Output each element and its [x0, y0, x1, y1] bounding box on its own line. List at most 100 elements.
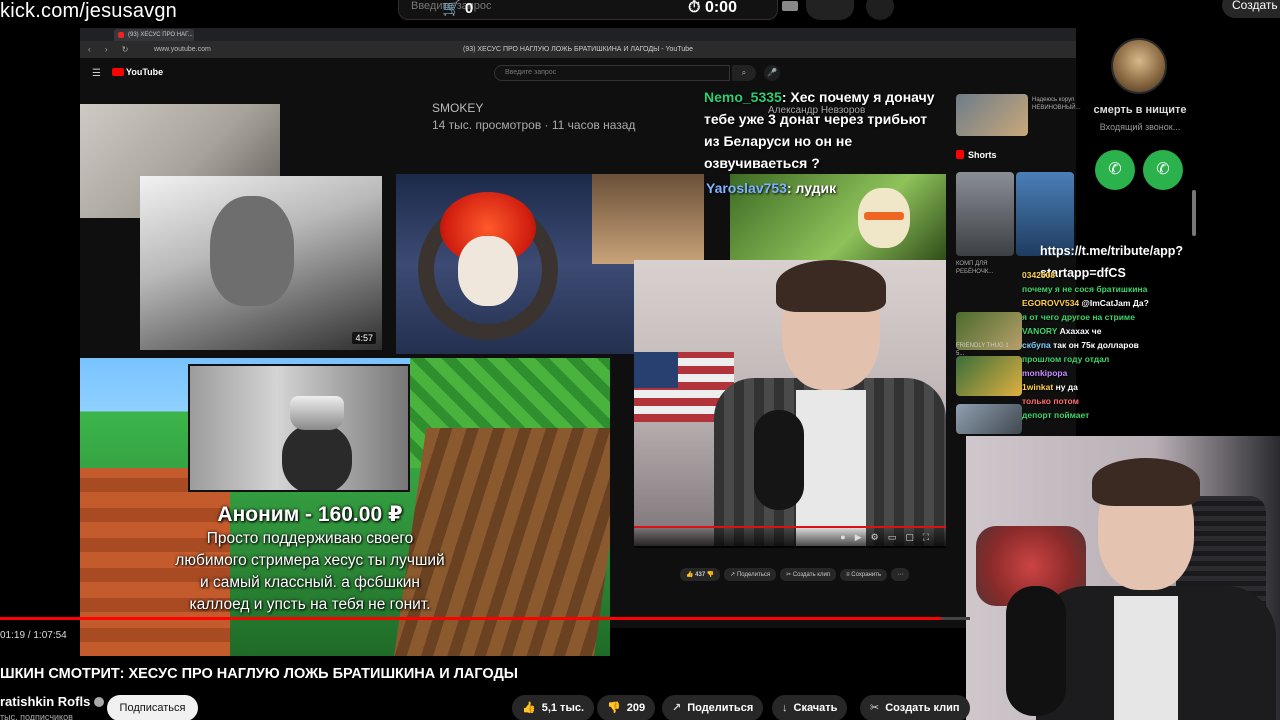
chat-line: VANORY Ахахах че	[1022, 324, 1197, 338]
embedded-video-player[interactable]	[634, 260, 946, 546]
chat-username: EGOROVV534	[1022, 298, 1080, 308]
dislike-button[interactable]: 👎 209	[597, 695, 656, 720]
chat-message-2: Yaroslav753: лудик	[706, 180, 836, 196]
menu-icon[interactable]: ☰	[92, 68, 101, 79]
pot-kid-body	[282, 424, 352, 490]
sidebar-thumb[interactable]	[956, 356, 1022, 396]
donation-line: любимого стримера хесус ты лучший	[175, 552, 445, 569]
chat-text: 0342508	[1022, 270, 1056, 280]
thumb-beard-man[interactable]: 4:57	[140, 176, 382, 350]
chat-text: почему я не сося братишкина	[1022, 284, 1148, 294]
yt-mic-icon[interactable]: 🎤	[764, 65, 780, 81]
channel-name-row[interactable]: ratishkin Rofls	[0, 694, 105, 709]
streamer-webcam	[966, 436, 1280, 720]
thumbs-down-icon: 👎	[607, 702, 621, 714]
create-button[interactable]: Создать	[1222, 0, 1280, 18]
mini-like-button[interactable]: 👍 437 👎	[680, 568, 721, 581]
caller-name: смерть в нищите	[1093, 104, 1187, 116]
mini-save-button[interactable]: ≡ Сохранить	[840, 569, 888, 581]
thumb-young-man	[592, 174, 704, 264]
webcam-tee	[1114, 596, 1178, 720]
chat-username: скбупа	[1022, 340, 1051, 350]
chat-text: прошлом году отдал	[1022, 354, 1110, 364]
like-count: 5,1 тыс.	[541, 702, 585, 714]
outer-search-button[interactable]	[806, 0, 854, 20]
player-controls-icons[interactable]: ●▶⚙▭▢⛶	[840, 532, 938, 543]
outer-mic-icon[interactable]	[866, 0, 894, 20]
chat-line: только потом	[1022, 394, 1197, 408]
mini-more-button[interactable]: ⋯	[891, 568, 910, 581]
chat-text: я от чего другое на стриме	[1022, 312, 1135, 322]
streamer-hair	[776, 260, 886, 312]
youtube-logo[interactable]: YouTube	[112, 67, 163, 77]
mini-share-button[interactable]: ↗ Поделиться	[724, 568, 777, 581]
embedded-actions: 👍 437 👎 ↗ Поделиться ✂ Создать клип ≡ Сохра…	[680, 568, 913, 581]
shorts-label: Shorts	[968, 150, 997, 160]
thumb-duration: 4:57	[352, 332, 376, 344]
red-glasses	[864, 212, 904, 220]
chat-line: 0342508	[1022, 268, 1197, 282]
clip-label: Создать клип	[885, 702, 960, 714]
keyboard-icon[interactable]	[782, 1, 798, 11]
donation-header: Аноним - 160.00 ₽	[217, 503, 403, 526]
yt-search-input[interactable]: Введите запрос	[494, 65, 730, 81]
shorts-icon	[956, 150, 964, 159]
tab-title: (93) ХЕСУС ПРО НАГ...	[128, 32, 193, 38]
related-video-meta[interactable]: SMOKEY 14 тыс. просмотров · 11 часов наз…	[432, 100, 635, 134]
share-icon: ↗	[672, 702, 682, 714]
like-button[interactable]: 👍 5,1 тыс.	[512, 695, 595, 720]
yt-search-placeholder: Введите запрос	[505, 69, 557, 76]
call-status: Входящий звонок...	[1099, 122, 1181, 132]
window-title: (93) ХЕСУС ПРО НАГЛУЮ ЛОЖЬ БРАТИШКИНА И …	[462, 46, 693, 53]
clip-button[interactable]: ✂ Создать клип	[860, 695, 970, 720]
scissors-icon: ✂	[870, 702, 880, 714]
short-thumb[interactable]	[956, 172, 1014, 256]
caller-avatar	[1111, 38, 1167, 94]
download-icon: ↓	[782, 702, 788, 714]
browser-tabbar: (93) ХЕСУС ПРО НАГ...	[80, 28, 1076, 41]
accept-video-call-button[interactable]: ✆	[1143, 150, 1183, 190]
yt-search-icon[interactable]: ⌕	[732, 65, 756, 81]
chat-line: депорт поймает	[1022, 408, 1197, 422]
video-timecode: 01:19 / 1:07:54	[0, 630, 67, 641]
chat-line: monkipopa	[1022, 366, 1197, 380]
mini-clip-button[interactable]: ✂ Создать клип	[780, 568, 837, 581]
chat-subtext: Александр Невзоров	[768, 105, 866, 116]
verified-icon	[94, 697, 105, 707]
sidebar-thumb[interactable]	[956, 404, 1022, 434]
video-progress-fill	[0, 617, 941, 620]
chat-username: Yaroslav753	[706, 180, 787, 196]
chat-line: 1winkat ну да	[1022, 380, 1197, 394]
embedded-video-controls[interactable]: ●▶⚙▭▢⛶	[634, 526, 946, 548]
clown-face	[458, 236, 518, 306]
chat-line: EGOROVV534 @ImCatJam Да?	[1022, 296, 1197, 310]
subscribe-button[interactable]: Подписаться	[107, 695, 198, 720]
shorts-header: Shorts	[956, 150, 997, 160]
donation-line: и самый классный. а фсбшкин	[200, 574, 420, 591]
embedded-progress[interactable]	[634, 526, 946, 528]
cart-widget: 🛒 0	[442, 0, 473, 17]
chat-username: monkipopa	[1022, 368, 1068, 378]
chat-username: 1winkat	[1022, 382, 1054, 392]
telegram-link-line: https://t.me/tribute/app?	[1040, 244, 1184, 258]
sidebar-item-text[interactable]: Надеюсь коруп НЕВИНОВНЫЙ...	[1032, 96, 1088, 112]
sidebar-thumb[interactable]	[956, 94, 1028, 136]
short-title[interactable]: КОМП ДЛЯ РЕБЁНОЧК...	[956, 260, 1012, 276]
thumb-pot-kid	[188, 364, 410, 492]
stopwatch-icon: ⏱	[688, 0, 701, 16]
download-button[interactable]: ↓ Скачать	[772, 695, 848, 720]
browser-tab[interactable]: (93) ХЕСУС ПРО НАГ...	[114, 29, 194, 41]
address-bar[interactable]: ‹ › ↻ www.youtube.com (93) ХЕСУС ПРО НАГ…	[80, 41, 1076, 58]
youtube-play-icon	[112, 68, 124, 76]
related-stats: 14 тыс. просмотров · 11 часов назад	[432, 118, 636, 132]
accept-call-button[interactable]: ✆	[1095, 150, 1135, 190]
video-progress-bar[interactable]	[0, 617, 970, 620]
chat-text: ну да	[1055, 382, 1078, 392]
scrollbar[interactable]	[1192, 190, 1196, 236]
youtube-header: ☰ YouTube Введите запрос ⌕ 🎤	[80, 58, 1076, 88]
channel-name[interactable]: ratishkin Rofls	[0, 694, 90, 709]
share-button[interactable]: ↗ Поделиться	[662, 695, 764, 720]
video-title: ШКИН СМОТРИТ: ХЕСУС ПРО НАГЛУЮ ЛОЖЬ БРАТ…	[0, 666, 518, 682]
youtube-logo-text: YouTube	[126, 67, 164, 77]
donation-line: каллоед и упсть на тебя не гонит.	[189, 596, 431, 613]
